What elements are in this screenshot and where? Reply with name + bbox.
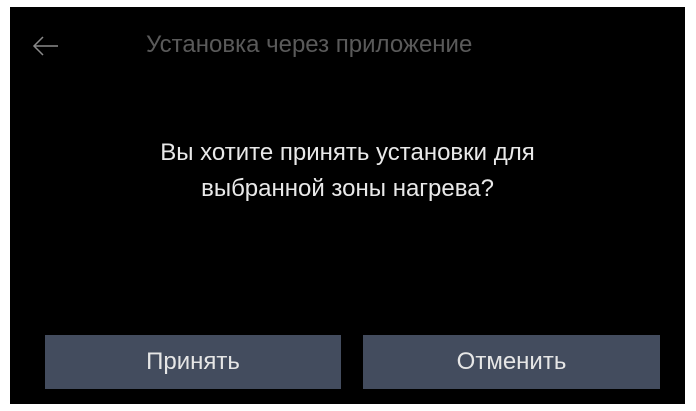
accept-button[interactable]: Принять: [45, 335, 341, 389]
cancel-button-label: Отменить: [456, 348, 567, 375]
back-button[interactable]: [26, 31, 66, 61]
confirmation-message: Вы хотите принять установки для выбранно…: [50, 135, 645, 207]
message-line-2: выбранной зоны нагрева?: [201, 175, 494, 202]
cancel-button[interactable]: Отменить: [363, 335, 660, 389]
app-screen: Установка через приложение Вы хотите при…: [10, 7, 685, 404]
arrow-left-icon: [32, 36, 60, 56]
screen-title: Установка через приложение: [146, 31, 473, 58]
message-line-1: Вы хотите принять установки для: [160, 139, 535, 166]
accept-button-label: Принять: [146, 348, 240, 375]
